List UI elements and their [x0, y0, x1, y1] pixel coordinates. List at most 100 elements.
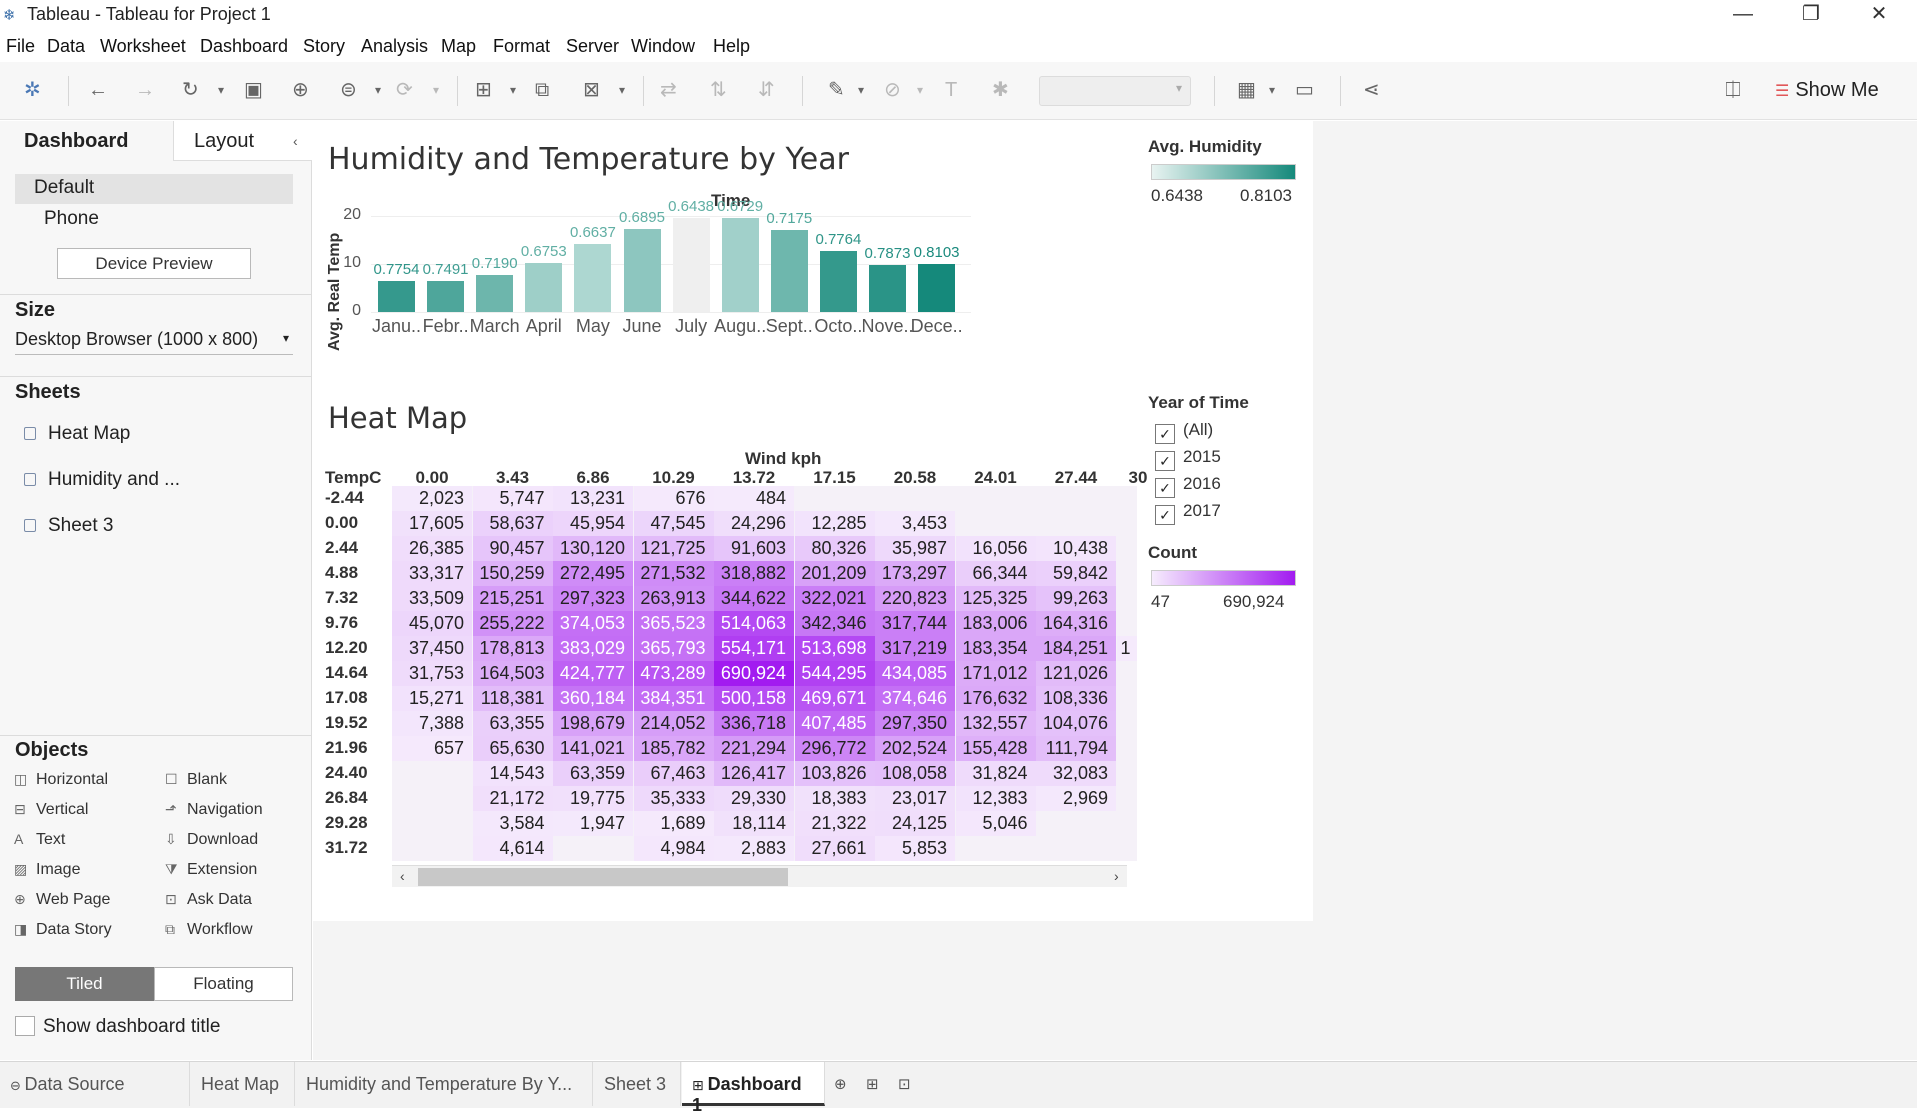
clear-dropdown-icon[interactable]: ▾ [619, 79, 625, 101]
tiled-button[interactable]: Tiled [15, 967, 154, 1001]
heat-map-cell[interactable]: 322,021 [794, 586, 875, 611]
bar[interactable] [721, 217, 759, 312]
heat-map-cell[interactable]: 7,388 [392, 711, 472, 736]
heat-map-cell[interactable]: 173,297 [875, 561, 955, 586]
heat-map-cell[interactable]: 513,698 [794, 636, 875, 661]
heat-map-cell[interactable]: 176,632 [955, 686, 1036, 711]
new-story-icon[interactable]: ⊡ [898, 1075, 911, 1093]
new-data-source-icon[interactable]: ⊕ [292, 79, 309, 101]
tab-dashboard[interactable]: Dashboard [0, 121, 172, 161]
heat-map-cell[interactable]: 360,184 [553, 686, 633, 711]
heat-map-cell[interactable]: 297,323 [553, 586, 633, 611]
share-icon[interactable]: ⋖ [1363, 79, 1380, 101]
heat-map-cell[interactable]: 65,630 [472, 736, 553, 761]
heat-map-cell[interactable]: 104,076 [1036, 711, 1116, 736]
heat-map-cell[interactable]: 185,782 [633, 736, 714, 761]
heat-map-cell[interactable]: 18,383 [794, 786, 875, 811]
heat-map-cell[interactable]: 374,053 [553, 611, 633, 636]
heat-map-cell[interactable]: 130,120 [553, 536, 633, 561]
bar[interactable] [672, 218, 710, 312]
heat-map-cell[interactable]: 121,026 [1036, 661, 1116, 686]
heat-map-cell[interactable]: 407,485 [794, 711, 875, 736]
heat-map-cell[interactable]: 473,289 [633, 661, 714, 686]
object-extension[interactable]: ⧩ Extension [165, 861, 257, 879]
heat-map-cell[interactable]: 1 [1116, 636, 1137, 661]
data-guide-icon[interactable]: ⎅ [1725, 79, 1741, 101]
bar[interactable] [574, 243, 612, 312]
heat-map-cell[interactable]: 14,543 [472, 761, 553, 786]
sheet-item-sheet-3[interactable]: Sheet 3 [24, 515, 114, 537]
tab-heat-map[interactable]: Heat Map [191, 1062, 295, 1106]
scrollbar-thumb[interactable] [418, 868, 788, 886]
heat-map-cell[interactable]: 220,823 [875, 586, 955, 611]
tab-humidity-temperature[interactable]: Humidity and Temperature By Y... [296, 1062, 593, 1106]
heat-map-cell[interactable]: 434,085 [875, 661, 955, 686]
heat-map-cell[interactable]: 91,603 [714, 536, 794, 561]
new-worksheet-icon[interactable]: ⊕ [834, 1075, 847, 1093]
heat-map-cell[interactable]: 111,794 [1036, 736, 1116, 761]
refresh-dropdown-icon[interactable]: ▾ [433, 79, 439, 101]
new-worksheet-icon[interactable]: ⊞ [475, 79, 492, 101]
heat-map-cell[interactable]: 125,325 [955, 586, 1036, 611]
heat-map-cell[interactable]: 3,584 [472, 811, 553, 836]
menu-file[interactable]: File [6, 36, 35, 57]
heat-map-cell[interactable]: 21,322 [794, 811, 875, 836]
tab-sheet-3[interactable]: Sheet 3 [594, 1062, 681, 1106]
heat-map-cell[interactable]: 16,056 [955, 536, 1036, 561]
undo-icon[interactable]: ← [88, 79, 108, 101]
heat-map-cell[interactable]: 469,671 [794, 686, 875, 711]
duplicate-sheet-icon[interactable]: ⧉ [535, 79, 549, 101]
sort-ascending-icon[interactable]: ⇅ [710, 79, 727, 101]
bar[interactable] [623, 229, 661, 312]
heat-map-cell[interactable]: 5,853 [875, 836, 955, 861]
show-dashboard-title-checkbox[interactable]: Show dashboard title [15, 1016, 220, 1038]
heat-map-cell[interactable]: 178,813 [472, 636, 553, 661]
heat-map-cell[interactable]: 141,021 [553, 736, 633, 761]
heat-map-cell[interactable]: 17,605 [392, 511, 472, 536]
heat-map-cell[interactable]: 118,381 [472, 686, 553, 711]
menu-worksheet[interactable]: Worksheet [100, 36, 186, 57]
bar[interactable] [918, 264, 956, 312]
refresh-icon[interactable]: ⟳ [396, 79, 413, 101]
heat-map-cell[interactable]: 690,924 [714, 661, 794, 686]
device-phone[interactable]: Phone [44, 208, 99, 230]
year-filter-2015[interactable]: ✓ 2015 [1155, 447, 1221, 471]
object-navigation[interactable]: ⬏ Navigation [165, 801, 263, 819]
bar[interactable] [378, 280, 415, 312]
heat-map-cell[interactable]: 500,158 [714, 686, 794, 711]
heat-map-cell[interactable]: 184,251 [1036, 636, 1116, 661]
heat-map-cell[interactable]: 676 [633, 486, 714, 511]
heat-map-cell[interactable]: 21,172 [472, 786, 553, 811]
object-download[interactable]: ⇩ Download [165, 831, 258, 849]
heat-map-cell[interactable]: 155,428 [955, 736, 1036, 761]
heat-map-cell[interactable]: 31,753 [392, 661, 472, 686]
heat-map-cell[interactable]: 297,350 [875, 711, 955, 736]
save-icon[interactable]: ▣ [244, 79, 263, 101]
heat-map-cell[interactable]: 150,259 [472, 561, 553, 586]
heat-map-cell[interactable]: 484 [714, 486, 794, 511]
menu-window[interactable]: Window [631, 36, 695, 57]
heat-map-cell[interactable]: 198,679 [553, 711, 633, 736]
menu-map[interactable]: Map [441, 36, 476, 57]
highlight-icon[interactable]: ✎ [828, 79, 845, 101]
heat-map-cell[interactable]: 657 [392, 736, 472, 761]
heat-map-cell[interactable]: 24,125 [875, 811, 955, 836]
heat-map-cell[interactable]: 5,747 [472, 486, 553, 511]
object-vertical[interactable]: ⊟ Vertical [14, 801, 88, 819]
heat-map-cell[interactable]: 103,826 [794, 761, 875, 786]
device-default[interactable]: Default [34, 177, 94, 199]
heat-map-cell[interactable]: 384,351 [633, 686, 714, 711]
heat-map-cell[interactable]: 271,532 [633, 561, 714, 586]
heat-map-cell[interactable]: 201,209 [794, 561, 875, 586]
heat-map-cell[interactable]: 45,954 [553, 511, 633, 536]
heat-map-cell[interactable]: 1,689 [633, 811, 714, 836]
scroll-left-icon[interactable]: ‹ [400, 868, 405, 884]
sheet-item-humidity[interactable]: Humidity and ... [24, 469, 180, 491]
heat-map-cell[interactable]: 59,842 [1036, 561, 1116, 586]
heat-map-cell[interactable]: 272,495 [553, 561, 633, 586]
presentation-mode-icon[interactable]: ▭ [1295, 79, 1314, 101]
object-ask-data[interactable]: ⊡ Ask Data [165, 891, 252, 909]
heat-map-cell[interactable]: 15,271 [392, 686, 472, 711]
size-chevron-down-icon[interactable]: ▾ [283, 331, 289, 345]
heat-map-cell[interactable]: 221,294 [714, 736, 794, 761]
